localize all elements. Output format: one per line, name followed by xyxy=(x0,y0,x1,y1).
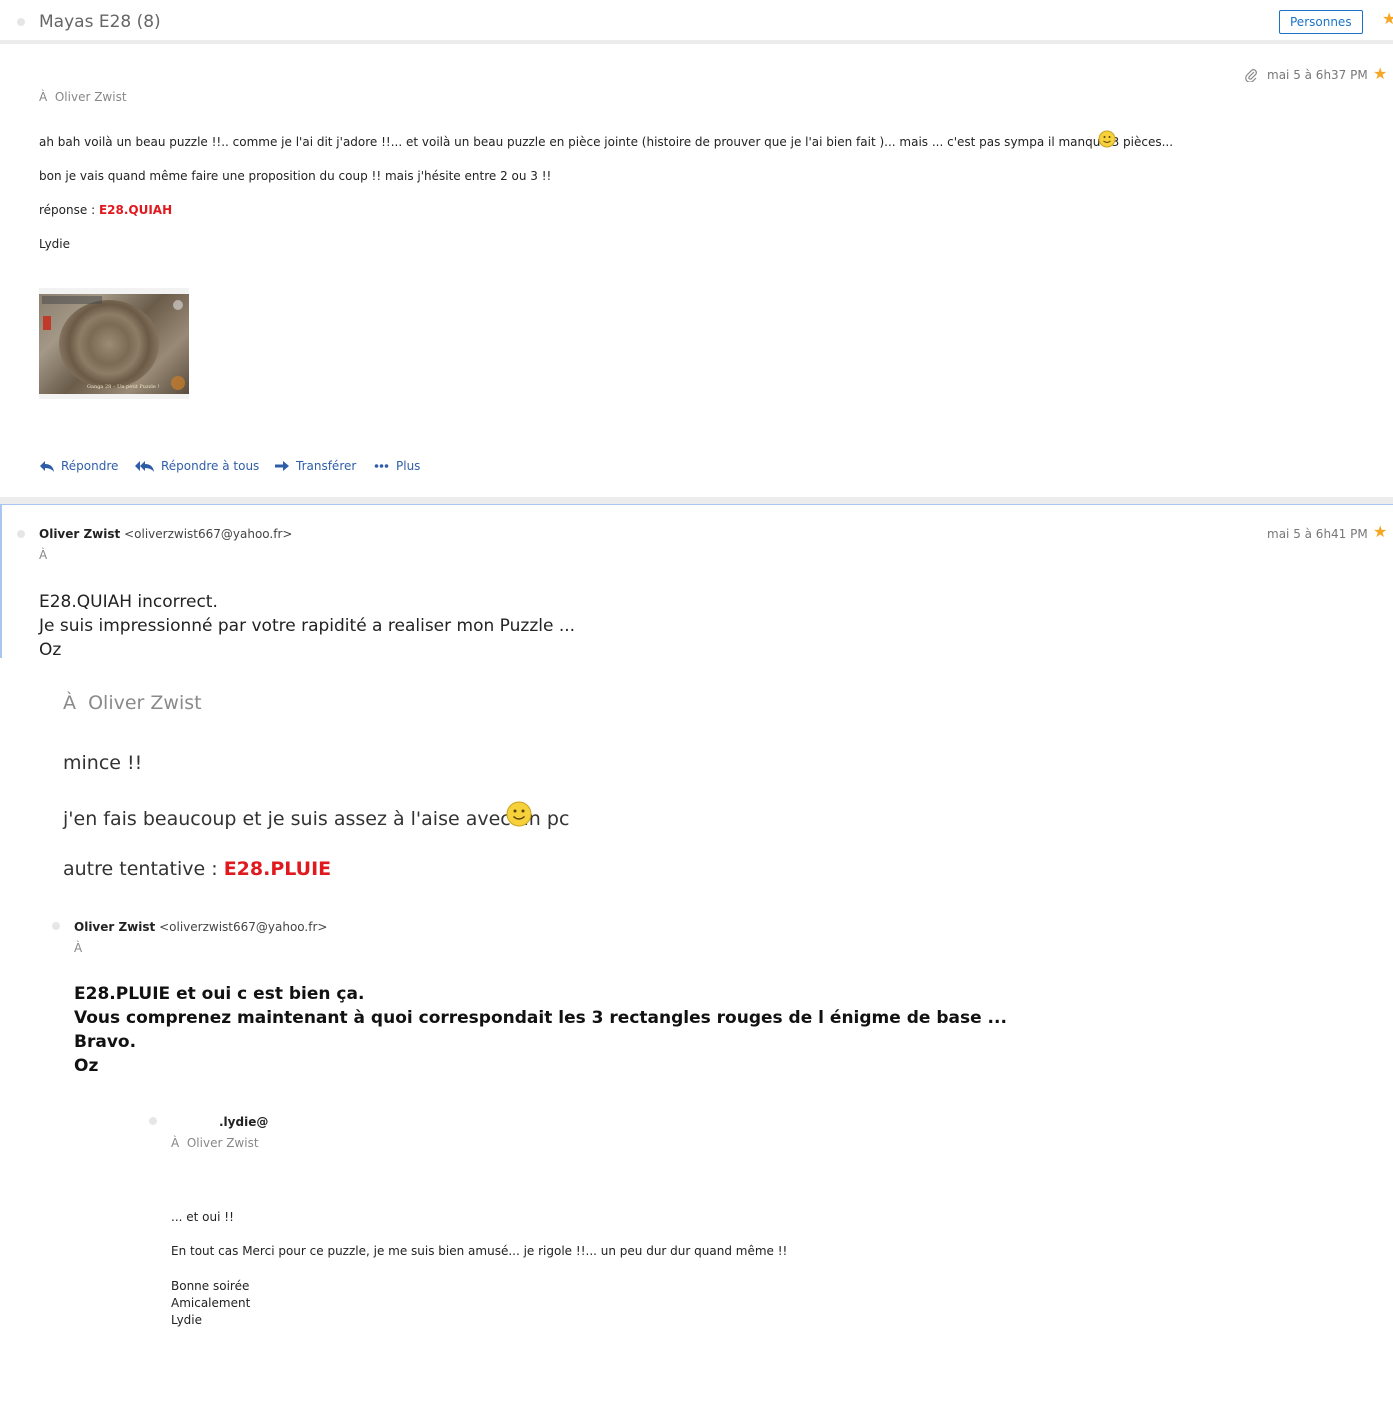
quoted-oz-body: E28.PLUIE et oui c est bien ça. Vous com… xyxy=(74,982,1007,1078)
quoted-oz-line2: Vous comprenez maintenant à quoi corresp… xyxy=(74,1008,1007,1028)
recipient-name: Oliver Zwist xyxy=(186,1136,259,1150)
reply-all-icon xyxy=(135,461,154,472)
attachment-icon xyxy=(1244,67,1258,86)
quoted-lydie2-sender: .lydie@ xyxy=(219,1115,269,1129)
quoted-lydie-line2: j'en fais beaucoup et je suis assez à l'… xyxy=(63,808,570,830)
header-divider xyxy=(0,40,1393,44)
reply-icon xyxy=(40,461,54,472)
smiley-icon xyxy=(506,801,532,831)
quoted-oz-dot xyxy=(52,922,60,930)
sender-email: <oliverzwist667@yahoo.fr> xyxy=(159,920,328,934)
answer-label: réponse : xyxy=(39,203,99,217)
quoted-lydie2-to: À Oliver Zwist xyxy=(171,1136,259,1150)
quoted-oz-sender: Oliver Zwist <oliverzwist667@yahoo.fr> xyxy=(74,920,327,934)
more-button[interactable]: Plus xyxy=(374,459,420,473)
message2-line1: E28.QUIAH incorrect. xyxy=(39,592,218,612)
people-button[interactable]: Personnes xyxy=(1279,10,1363,34)
quoted-lydie-attempt: autre tentative : E28.PLUIE xyxy=(63,858,331,880)
quoted-lydie2-dot xyxy=(149,1117,157,1125)
quoted-lydie2-line2: En tout cas Merci pour ce puzzle, je me … xyxy=(171,1244,788,1258)
quoted-oz-to: À xyxy=(74,941,83,955)
quoted-oz-line1: E28.PLUIE et oui c est bien ça. xyxy=(74,984,365,1004)
quoted-oz-line3: Bravo. xyxy=(74,1032,137,1052)
attachment-image: Ganga 28 – Un petit Puzzle ! xyxy=(39,294,189,394)
reply-all-label: Répondre à tous xyxy=(161,459,260,473)
closing-line2: Amicalement xyxy=(171,1296,251,1310)
to-label: À xyxy=(63,692,76,714)
sender-email: <oliverzwist667@yahoo.fr> xyxy=(124,527,293,541)
quoted-oz-line4: Oz xyxy=(74,1056,99,1076)
message1-recipient: À Oliver Zwist xyxy=(39,90,127,104)
closing-line1: Bonne soirée xyxy=(171,1279,250,1293)
forward-arrow-icon xyxy=(275,461,289,471)
more-label: Plus xyxy=(396,459,421,473)
message1-line1-text: ah bah voilà un beau puzzle !!.. comme j… xyxy=(39,135,1174,149)
message2-dot xyxy=(17,530,25,538)
recipient-name[interactable]: Oliver Zwist xyxy=(55,90,127,104)
to-label: À xyxy=(39,90,48,104)
thread-star-icon[interactable]: ★ xyxy=(1382,11,1393,27)
selected-message-left-border xyxy=(0,504,2,658)
more-dots-icon xyxy=(374,464,389,468)
recipient-name: Oliver Zwist xyxy=(88,692,202,714)
reply-all-button[interactable]: Répondre à tous xyxy=(135,459,259,473)
thread-title: Mayas E28 (8) xyxy=(39,12,161,32)
message1-line2: bon je vais quand même faire une proposi… xyxy=(39,169,552,183)
message2-date: mai 5 à 6h41 PM xyxy=(1267,527,1368,541)
message2-star-icon[interactable]: ★ xyxy=(1373,524,1387,540)
forward-button[interactable]: Transférer xyxy=(274,459,356,473)
quoted-lydie2-line1: ... et oui !! xyxy=(171,1210,234,1224)
forward-label: Transférer xyxy=(296,459,357,473)
message2-body: E28.QUIAH incorrect. Je suis impressionn… xyxy=(39,590,575,662)
sender-name: Oliver Zwist xyxy=(74,920,156,934)
sun-stone-image xyxy=(59,300,159,388)
message-divider xyxy=(0,497,1393,504)
message2-line2: Je suis impressionné par votre rapidité … xyxy=(39,616,576,636)
message2-sender: Oliver Zwist <oliverzwist667@yahoo.fr> xyxy=(39,527,292,541)
attachment-thumbnail[interactable]: Ganga 28 – Un petit Puzzle ! xyxy=(39,288,189,399)
message1-answer: réponse : E28.QUIAH xyxy=(39,203,172,217)
quoted-lydie2-closing: Bonne soirée Amicalement Lydie xyxy=(171,1278,250,1329)
attempt-label: autre tentative : xyxy=(63,858,224,880)
quoted-lydie-line1: mince !! xyxy=(63,752,143,774)
selected-message-top-border xyxy=(0,504,1393,505)
attempt-value: E28.PLUIE xyxy=(223,858,332,880)
message1-date: mai 5 à 6h37 PM xyxy=(1267,68,1368,82)
answer-value: E28.QUIAH xyxy=(98,203,173,217)
sender-name[interactable]: Oliver Zwist xyxy=(39,527,120,541)
quoted-lydie-to: À Oliver Zwist xyxy=(63,692,202,714)
attachment-caption: Ganga 28 – Un petit Puzzle ! xyxy=(87,384,160,390)
thread-unread-dot[interactable] xyxy=(17,18,25,26)
to-label: À xyxy=(171,1136,180,1150)
closing-line3: Lydie xyxy=(171,1313,203,1327)
message1-signature: Lydie xyxy=(39,237,71,251)
smiley-icon xyxy=(1098,130,1116,152)
reply-button[interactable]: Répondre xyxy=(39,459,118,473)
message2-to: À xyxy=(39,548,48,562)
message1-line1: ah bah voilà un beau puzzle !!.. comme j… xyxy=(39,135,1173,149)
reply-label: Répondre xyxy=(61,459,119,473)
message2-line3: Oz xyxy=(39,640,62,660)
message1-star-icon[interactable]: ★ xyxy=(1373,66,1387,82)
